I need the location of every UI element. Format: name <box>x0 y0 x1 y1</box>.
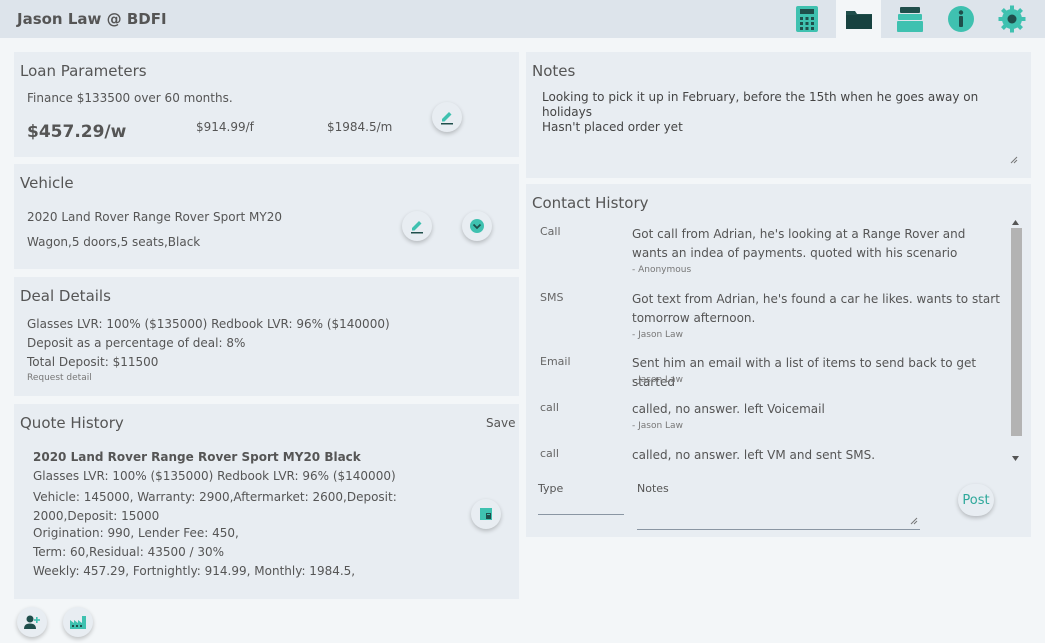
loan-summary: Finance $133500 over 60 months. <box>27 91 233 105</box>
contact-item: call called, no answer. left VM and sent… <box>526 184 1006 470</box>
scrollbar-thumb[interactable] <box>1011 228 1022 436</box>
quote-history-panel: Quote History Save 2020 Land Rover Range… <box>14 404 519 599</box>
settings-button[interactable] <box>989 0 1034 38</box>
post-button[interactable]: Post <box>958 484 994 516</box>
add-user-icon <box>24 615 40 629</box>
info-icon <box>947 6 974 32</box>
edit-loan-button[interactable] <box>432 102 462 132</box>
notes-line: Hasn't placed order yet <box>542 120 683 134</box>
deal-line: Total Deposit: $11500 <box>27 355 159 369</box>
contact-history-scrollbar[interactable] <box>1009 216 1022 462</box>
monthly-payment: $1984.5/m <box>327 120 393 134</box>
deal-details-title: Deal Details <box>20 287 111 305</box>
chevron-down-icon <box>470 219 484 233</box>
top-bar: Jason Law @ BDFI <box>0 0 1045 38</box>
settings-icon <box>998 5 1025 33</box>
notes-textarea[interactable]: Looking to pick it up in February, befor… <box>534 90 1020 164</box>
save-quote-button[interactable]: Save <box>486 416 515 430</box>
pencil-icon <box>441 112 453 125</box>
app-title: Jason Law @ BDFI <box>17 10 167 28</box>
type-label: Type <box>538 482 564 495</box>
request-detail-link[interactable]: Request detail <box>27 373 92 383</box>
document-calculator-icon <box>480 508 492 520</box>
add-contact-button[interactable] <box>17 607 47 637</box>
stack-button[interactable] <box>887 0 932 38</box>
weekly-payment: $457.29/w <box>27 122 127 142</box>
quote-line: Vehicle: 145000, Warranty: 2900,Aftermar… <box>33 490 397 523</box>
files-button[interactable] <box>836 0 881 38</box>
factory-icon <box>70 616 86 629</box>
contact-history-panel: Contact History Call Got call from Adria… <box>526 184 1031 537</box>
deal-line: Glasses LVR: 100% ($135000) Redbook LVR:… <box>27 317 390 331</box>
contact-message: called, no answer. left VM and sent SMS. <box>632 448 876 462</box>
quote-line: Weekly: 457.29, Fortnightly: 914.99, Mon… <box>33 564 356 578</box>
stack-icon <box>896 7 923 32</box>
quote-line: Term: 60,Residual: 43500 / 30% <box>33 545 225 559</box>
resize-handle-icon[interactable] <box>910 517 918 525</box>
vehicle-title: Vehicle <box>20 174 74 192</box>
vehicle-details: Wagon,5 doors,5 seats,Black <box>27 235 201 249</box>
dealership-button[interactable] <box>63 607 93 637</box>
notes-line: Looking to pick it up in February, befor… <box>542 90 979 119</box>
type-input[interactable] <box>538 514 624 515</box>
resize-handle-icon[interactable] <box>1010 156 1018 164</box>
loan-parameters-title: Loan Parameters <box>20 62 147 80</box>
folder-icon <box>845 11 872 29</box>
notes-label: Notes <box>637 482 669 495</box>
deal-details-panel: Deal Details Glasses LVR: 100% ($135000)… <box>14 277 519 396</box>
info-button[interactable] <box>938 0 983 38</box>
pencil-icon <box>411 221 423 234</box>
deal-line: Deposit as a percentage of deal: 8% <box>27 336 246 350</box>
loan-parameters-panel: Loan Parameters Finance $133500 over 60 … <box>14 52 519 157</box>
quote-heading: 2020 Land Rover Range Rover Sport MY20 B… <box>33 450 361 464</box>
calculator-button[interactable] <box>784 0 829 38</box>
vehicle-name: 2020 Land Rover Range Rover Sport MY20 <box>27 210 283 224</box>
expand-vehicle-button[interactable] <box>462 211 492 241</box>
calculator-icon <box>795 6 818 32</box>
quote-history-title: Quote History <box>20 414 124 432</box>
scroll-down-icon[interactable] <box>1012 456 1019 461</box>
notes-title: Notes <box>532 62 576 80</box>
quote-line: Glasses LVR: 100% ($135000) Redbook LVR:… <box>33 469 396 483</box>
contact-notes-input[interactable] <box>637 529 920 530</box>
load-quote-button[interactable] <box>471 499 501 529</box>
edit-vehicle-button[interactable] <box>402 211 432 241</box>
contact-type: call <box>540 447 559 460</box>
quote-line: Origination: 990, Lender Fee: 450, <box>33 526 239 540</box>
fortnightly-payment: $914.99/f <box>196 120 254 134</box>
scroll-up-icon[interactable] <box>1012 220 1019 225</box>
notes-panel: Notes Looking to pick it up in February,… <box>526 52 1031 178</box>
vehicle-panel: Vehicle 2020 Land Rover Range Rover Spor… <box>14 164 519 269</box>
